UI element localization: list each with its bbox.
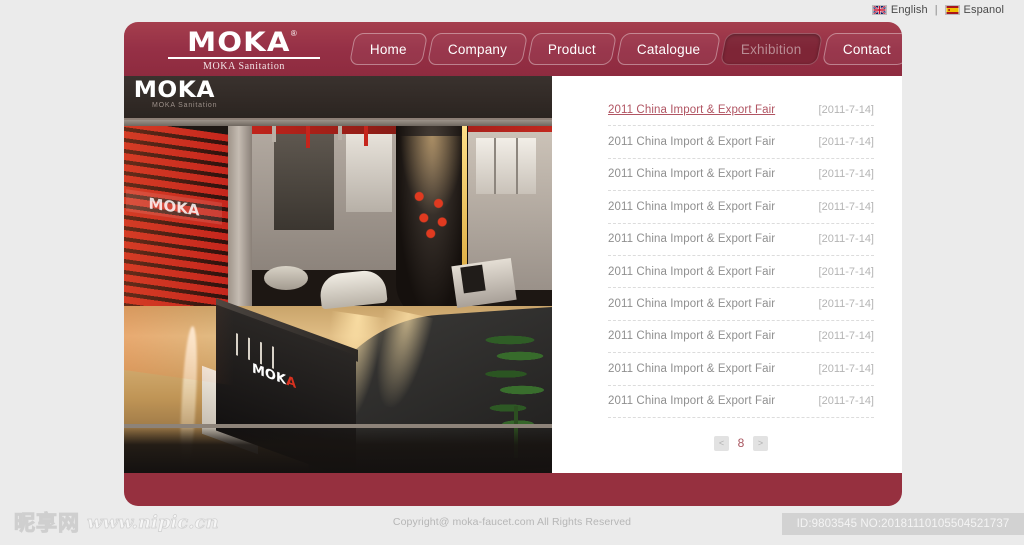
news-item-title: 2011 China Import & Export Fair (608, 200, 776, 213)
news-item-date: [2011-7-14] (818, 265, 874, 278)
nav-label-product: Product (548, 41, 596, 57)
stock-id-bar: ID:9803545 NO:20181110105504521737 (782, 513, 1024, 535)
news-item-date: [2011-7-14] (818, 298, 874, 311)
news-item[interactable]: 2011 China Import & Export Fair [2011-7-… (608, 288, 874, 321)
news-list: 2011 China Import & Export Fair [2011-7-… (552, 76, 902, 473)
nav-label-exhibition: Exhibition (741, 41, 802, 57)
showroom-hanging-fixture-one (272, 126, 276, 142)
nav-label-home: Home (370, 41, 407, 57)
pagination-prev-button[interactable]: < (714, 435, 729, 451)
nav-label-company: Company (447, 41, 507, 57)
footer-bar (124, 473, 902, 506)
news-item-title: 2011 China Import & Export Fair (608, 330, 776, 343)
showroom-right-window (476, 138, 536, 194)
logo-subtitle: MOKA Sanitation (202, 61, 286, 72)
pagination-current-page: 8 (737, 436, 745, 451)
showroom-right-display-screen (460, 264, 486, 294)
nav-item-company[interactable]: Company (426, 33, 529, 65)
language-label-english: English (890, 4, 928, 16)
showroom-overlay-logo: MOKA (133, 78, 215, 103)
showroom-back-window (346, 134, 392, 212)
news-item[interactable]: 2011 China Import & Export Fair [2011-7-… (608, 159, 874, 192)
showroom-foreground-rail (124, 424, 552, 428)
news-item-title: 2011 China Import & Export Fair (608, 395, 776, 408)
news-item[interactable]: 2011 China Import & Export Fair [2011-7-… (608, 224, 874, 256)
news-item-date: [2011-7-14] (818, 168, 874, 181)
nav-label-catalogue: Catalogue (636, 41, 701, 57)
nav-item-catalogue[interactable]: Catalogue (615, 33, 722, 65)
showroom-wall-glow (124, 120, 234, 386)
nav-item-product[interactable]: Product (526, 33, 618, 65)
showroom-image: MOKA MOKA MOKA MOKA Sanitation (124, 76, 552, 473)
showroom-counter-logo-accent: A (286, 373, 297, 393)
news-item[interactable]: 2011 China Import & Export Fair [2011-7-… (608, 191, 874, 224)
logo-mark: MOKA ® (187, 29, 297, 56)
site-frame: MOKA ® MOKA Sanitation Home Company Prod… (124, 22, 902, 506)
showroom-foreground-shadow (124, 426, 552, 473)
showroom-back-door (274, 134, 334, 230)
language-label-espanol: Espanol (963, 4, 1004, 16)
news-item-date: [2011-7-14] (818, 330, 874, 343)
nav-item-home[interactable]: Home (348, 33, 428, 65)
news-item-title: 2011 China Import & Export Fair (608, 265, 776, 278)
news-item[interactable]: 2011 China Import & Export Fair [2011-7-… (608, 256, 874, 289)
news-item[interactable]: 2011 China Import & Export Fair [2011-7-… (608, 126, 874, 159)
main-navigation: Home Company Product Catalogue Exhibitio… (348, 32, 902, 66)
spain-flag-icon (944, 5, 960, 15)
news-item-title: 2011 China Import & Export Fair (608, 168, 776, 181)
logo-wordmark: MOKA (187, 27, 291, 58)
nav-label-contact: Contact (842, 41, 891, 57)
news-item-date: [2011-7-14] (818, 362, 874, 375)
nav-item-contact[interactable]: Contact (821, 33, 902, 65)
news-item-title: 2011 China Import & Export Fair (608, 103, 776, 116)
language-option-english[interactable]: English (871, 4, 928, 16)
showroom-sofa (318, 268, 388, 310)
showroom-overlay-logo-subtitle: MOKA Sanitation (152, 102, 218, 109)
news-item-title: 2011 China Import & Export Fair (608, 233, 776, 246)
showroom-display-pod (264, 266, 308, 290)
showroom-red-display-items (410, 186, 456, 244)
news-item-title: 2011 China Import & Export Fair (608, 362, 776, 375)
news-item-date: [2011-7-14] (818, 395, 874, 408)
news-item-title: 2011 China Import & Export Fair (608, 298, 776, 311)
registered-trademark-icon: ® (290, 29, 297, 38)
uk-flag-icon (871, 5, 887, 15)
language-option-espanol[interactable]: Espanol (944, 4, 1004, 16)
news-item[interactable]: 2011 China Import & Export Fair [2011-7-… (608, 94, 874, 127)
language-separator: | (934, 4, 938, 16)
nav-item-exhibition[interactable]: Exhibition (720, 33, 823, 65)
watermark: 昵享网 www.nipic.cn (14, 511, 219, 535)
news-item[interactable]: 2011 China Import & Export Fair [2011-7-… (608, 386, 874, 418)
watermark-cn-text: 昵享网 (14, 511, 80, 535)
news-item[interactable]: 2011 China Import & Export Fair [2011-7-… (608, 321, 874, 354)
news-item-date: [2011-7-14] (818, 136, 874, 149)
news-item[interactable]: 2011 China Import & Export Fair [2011-7-… (608, 353, 874, 386)
news-item-date: [2011-7-14] (818, 200, 874, 213)
showroom-hanging-fixture-four (364, 126, 368, 146)
news-item-date: [2011-7-14] (818, 103, 874, 116)
news-item-title: 2011 China Import & Export Fair (608, 136, 776, 149)
site-header: MOKA ® MOKA Sanitation Home Company Prod… (124, 22, 902, 76)
news-item-date: [2011-7-14] (818, 233, 874, 246)
pagination-next-button[interactable]: > (753, 435, 768, 451)
watermark-url-text: www.nipic.cn (87, 512, 219, 533)
content-panel: MOKA MOKA MOKA MOKA Sanitation 2011 Chin… (124, 76, 902, 473)
showroom-hanging-fixture-three (338, 126, 342, 140)
site-logo[interactable]: MOKA ® MOKA Sanitation (154, 29, 334, 72)
language-bar: English | Espanol (871, 3, 1004, 17)
pagination: < 8 > (608, 435, 874, 451)
showroom-hanging-fixture-two (306, 126, 310, 148)
page-root: English | Espanol MOKA ® MOKA Sanitation (0, 0, 1024, 545)
